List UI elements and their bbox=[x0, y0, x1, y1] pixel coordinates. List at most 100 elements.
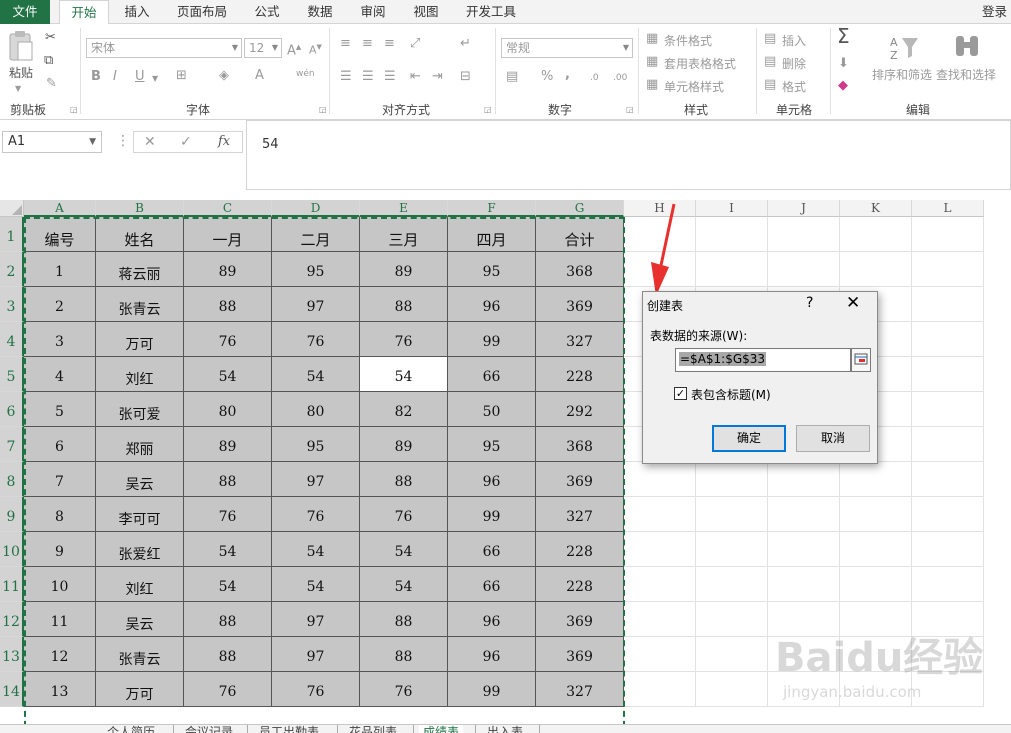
empty-cell[interactable] bbox=[624, 637, 696, 672]
table-cell[interactable]: 99 bbox=[448, 497, 536, 532]
delete-cells-button[interactable]: 删除 bbox=[782, 55, 806, 72]
bold-button[interactable]: B bbox=[91, 69, 101, 85]
decrease-decimal-icon[interactable]: .00 bbox=[613, 70, 627, 86]
empty-cell[interactable] bbox=[768, 462, 840, 497]
table-cell[interactable]: 95 bbox=[272, 427, 360, 462]
paste-label[interactable]: 粘贴 bbox=[9, 64, 33, 81]
increase-font-icon[interactable]: A▲ bbox=[287, 39, 301, 59]
table-cell[interactable]: 327 bbox=[536, 497, 624, 532]
sheet-tab-inout[interactable]: 出入表 bbox=[487, 725, 523, 733]
column-header-l[interactable]: L bbox=[912, 200, 984, 217]
empty-cell[interactable] bbox=[696, 532, 768, 567]
cancel-button[interactable]: 取消 bbox=[796, 425, 870, 452]
table-cell[interactable]: 369 bbox=[536, 602, 624, 637]
table-cell[interactable]: 327 bbox=[536, 672, 624, 707]
empty-cell[interactable] bbox=[624, 602, 696, 637]
empty-cell[interactable] bbox=[768, 497, 840, 532]
comma-style-button[interactable]: , bbox=[565, 67, 570, 83]
row-header-11[interactable]: 11 bbox=[0, 567, 24, 602]
row-header-9[interactable]: 9 bbox=[0, 497, 24, 532]
sheet-tab-resume[interactable]: 个人简历 bbox=[107, 725, 155, 733]
table-cell[interactable]: 89 bbox=[184, 427, 272, 462]
table-cell[interactable]: 88 bbox=[360, 637, 448, 672]
table-cell[interactable]: 7 bbox=[24, 462, 96, 497]
column-header-f[interactable]: F bbox=[448, 200, 536, 217]
table-cell[interactable]: 54 bbox=[272, 567, 360, 602]
cell-styles-icon[interactable]: ▦ bbox=[646, 77, 658, 93]
empty-cell[interactable] bbox=[624, 462, 696, 497]
table-cell[interactable]: 刘红 bbox=[96, 567, 184, 602]
percent-button[interactable]: % bbox=[541, 69, 553, 85]
empty-cell[interactable] bbox=[696, 252, 768, 287]
conditional-format-button[interactable]: 条件格式 bbox=[664, 32, 712, 49]
empty-cell[interactable] bbox=[696, 672, 768, 707]
table-cell[interactable]: 88 bbox=[184, 462, 272, 497]
row-header-1[interactable]: 1 bbox=[0, 217, 24, 252]
empty-cell[interactable] bbox=[696, 637, 768, 672]
header-cell[interactable]: 编号 bbox=[24, 217, 96, 252]
format-as-table-button[interactable]: 套用表格格式 bbox=[664, 55, 736, 72]
table-cell[interactable]: 66 bbox=[448, 357, 536, 392]
table-cell[interactable]: 1 bbox=[24, 252, 96, 287]
row-header-2[interactable]: 2 bbox=[0, 252, 24, 287]
empty-cell[interactable] bbox=[912, 462, 984, 497]
table-cell[interactable]: 万可 bbox=[96, 322, 184, 357]
empty-cell[interactable] bbox=[624, 497, 696, 532]
empty-cell[interactable] bbox=[624, 672, 696, 707]
table-cell[interactable]: 54 bbox=[184, 357, 272, 392]
find-select-button[interactable]: 查找和选择 bbox=[936, 66, 996, 83]
increase-decimal-icon[interactable]: .0 bbox=[590, 70, 599, 86]
has-headers-label[interactable]: 表包含标题(M) bbox=[691, 386, 771, 403]
autosum-icon[interactable]: Σ bbox=[837, 26, 850, 46]
header-cell[interactable]: 一月 bbox=[184, 217, 272, 252]
table-cell[interactable]: 3 bbox=[24, 322, 96, 357]
table-cell[interactable]: 54 bbox=[272, 357, 360, 392]
table-cell[interactable]: 292 bbox=[536, 392, 624, 427]
table-cell[interactable]: 54 bbox=[360, 567, 448, 602]
header-cell[interactable]: 合计 bbox=[536, 217, 624, 252]
table-cell[interactable]: 张可爱 bbox=[96, 392, 184, 427]
font-launcher-icon[interactable]: ◲ bbox=[319, 105, 327, 114]
row-header-7[interactable]: 7 bbox=[0, 427, 24, 462]
empty-cell[interactable] bbox=[624, 567, 696, 602]
empty-cell[interactable] bbox=[696, 497, 768, 532]
table-cell[interactable]: 97 bbox=[272, 602, 360, 637]
confirm-entry-icon[interactable]: ✓ bbox=[180, 134, 192, 150]
underline-button[interactable]: U bbox=[135, 69, 145, 85]
sort-filter-button[interactable]: 排序和筛选 bbox=[872, 66, 932, 83]
row-header-4[interactable]: 4 bbox=[0, 322, 24, 357]
table-cell[interactable]: 76 bbox=[360, 497, 448, 532]
table-cell[interactable]: 97 bbox=[272, 462, 360, 497]
copy-icon[interactable]: ⧉ bbox=[44, 53, 53, 69]
table-cell[interactable]: 76 bbox=[272, 322, 360, 357]
column-header-g[interactable]: G bbox=[536, 200, 624, 217]
empty-cell[interactable] bbox=[768, 532, 840, 567]
column-header-e[interactable]: E bbox=[360, 200, 448, 217]
empty-cell[interactable] bbox=[912, 392, 984, 427]
select-all-corner[interactable] bbox=[0, 200, 24, 217]
number-format-combo[interactable]: 常规 ▼ bbox=[501, 38, 633, 58]
header-cell[interactable]: 二月 bbox=[272, 217, 360, 252]
table-cell[interactable]: 97 bbox=[272, 637, 360, 672]
empty-cell[interactable] bbox=[840, 532, 912, 567]
align-right-icon[interactable]: ☰ bbox=[384, 69, 396, 85]
format-cells-button[interactable]: 格式 bbox=[782, 78, 806, 95]
row-header-5[interactable]: 5 bbox=[0, 357, 24, 392]
table-cell[interactable]: 蒋云丽 bbox=[96, 252, 184, 287]
sheet-tab-meeting[interactable]: 会议记录 bbox=[185, 725, 233, 733]
font-color-button[interactable]: A bbox=[255, 68, 264, 84]
paste-icon[interactable] bbox=[6, 30, 36, 62]
close-button[interactable]: ✕ bbox=[846, 293, 860, 313]
table-cell[interactable]: 54 bbox=[184, 567, 272, 602]
table-cell[interactable]: 89 bbox=[360, 252, 448, 287]
fill-icon[interactable]: ⬇ bbox=[838, 56, 849, 72]
table-cell[interactable]: 5 bbox=[24, 392, 96, 427]
table-cell[interactable]: 88 bbox=[360, 287, 448, 322]
table-cell[interactable]: 89 bbox=[184, 252, 272, 287]
table-cell[interactable]: 76 bbox=[184, 497, 272, 532]
empty-cell[interactable] bbox=[624, 532, 696, 567]
row-header-10[interactable]: 10 bbox=[0, 532, 24, 567]
tab-home[interactable]: 开始 bbox=[59, 0, 109, 25]
conditional-format-icon[interactable]: ▦ bbox=[646, 31, 658, 47]
empty-cell[interactable] bbox=[840, 462, 912, 497]
